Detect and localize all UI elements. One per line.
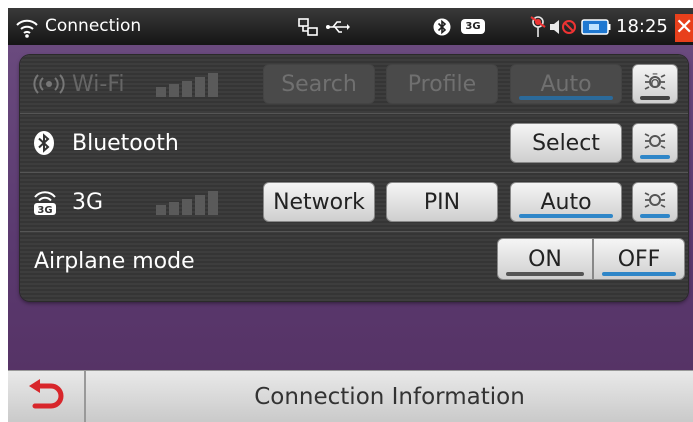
connection-panel: Wi-Fi Search Profile Auto ȱ Bluetooth Se…: [20, 55, 688, 301]
bluetooth-icon: [32, 114, 56, 172]
3g-row: 3G 3G Network PIN Auto: [20, 173, 688, 232]
status-title: Connection: [45, 16, 142, 36]
svg-text:3G: 3G: [37, 205, 52, 216]
gear-icon: [642, 189, 668, 217]
wifi-row: Wi-Fi Search Profile Auto ȱ: [20, 55, 688, 114]
content-area: Wi-Fi Search Profile Auto ȱ Bluetooth Se…: [8, 45, 693, 370]
airplane-on-button[interactable]: ON: [497, 238, 593, 280]
3g-settings-button[interactable]: [632, 182, 678, 222]
usb-icon: [324, 8, 352, 45]
wifi-settings-button[interactable]: ȱ: [632, 64, 678, 104]
bluetooth-settings-button[interactable]: [632, 123, 678, 163]
bluetooth-icon: [432, 8, 452, 45]
gear-icon: [642, 130, 668, 158]
battery-icon: [580, 8, 612, 45]
bluetooth-select-button[interactable]: Select: [510, 123, 622, 163]
gear-icon: ȱ: [642, 71, 668, 99]
wifi-signal-icon: [14, 8, 40, 45]
app-window: Connection 3G 18:25 ✕ Wi-Fi Search Profi…: [8, 8, 693, 422]
wifi-label: Wi-Fi: [72, 71, 125, 97]
3g-signal-icon: 3G: [32, 173, 58, 231]
3g-network-button[interactable]: Network: [263, 182, 375, 222]
close-icon[interactable]: ✕: [675, 14, 693, 42]
3g-label: 3G: [72, 189, 104, 215]
wifi-search-button[interactable]: Search: [263, 64, 375, 104]
bluetooth-row: Bluetooth Select: [20, 114, 688, 173]
wifi-signal-bars-icon: [156, 73, 218, 97]
bluetooth-label: Bluetooth: [72, 130, 179, 156]
3g-pin-button[interactable]: PIN: [386, 182, 498, 222]
wifi-auto-button[interactable]: Auto: [510, 64, 622, 104]
svg-text:ȱ: ȱ: [650, 73, 660, 92]
alarm-off-icon: [528, 8, 548, 45]
airplane-label: Airplane mode: [34, 248, 195, 274]
3g-auto-button[interactable]: Auto: [510, 182, 622, 222]
wifi-radio-icon: [32, 55, 66, 113]
network-icon: [296, 8, 320, 45]
back-button[interactable]: [8, 371, 86, 422]
airplane-row: Airplane mode ON OFF: [20, 232, 688, 290]
page-title: Connection Information: [254, 384, 525, 410]
3g-icon: 3G: [460, 8, 486, 45]
status-bar: Connection 3G 18:25 ✕: [8, 8, 693, 45]
back-arrow-icon: [27, 378, 65, 416]
3g-signal-bars-icon: [156, 191, 218, 215]
mute-icon: [548, 8, 578, 45]
clock: 18:25: [616, 16, 668, 37]
wifi-profile-button[interactable]: Profile: [386, 64, 498, 104]
bottom-bar: Connection Information: [8, 370, 693, 422]
airplane-off-button[interactable]: OFF: [593, 238, 685, 280]
